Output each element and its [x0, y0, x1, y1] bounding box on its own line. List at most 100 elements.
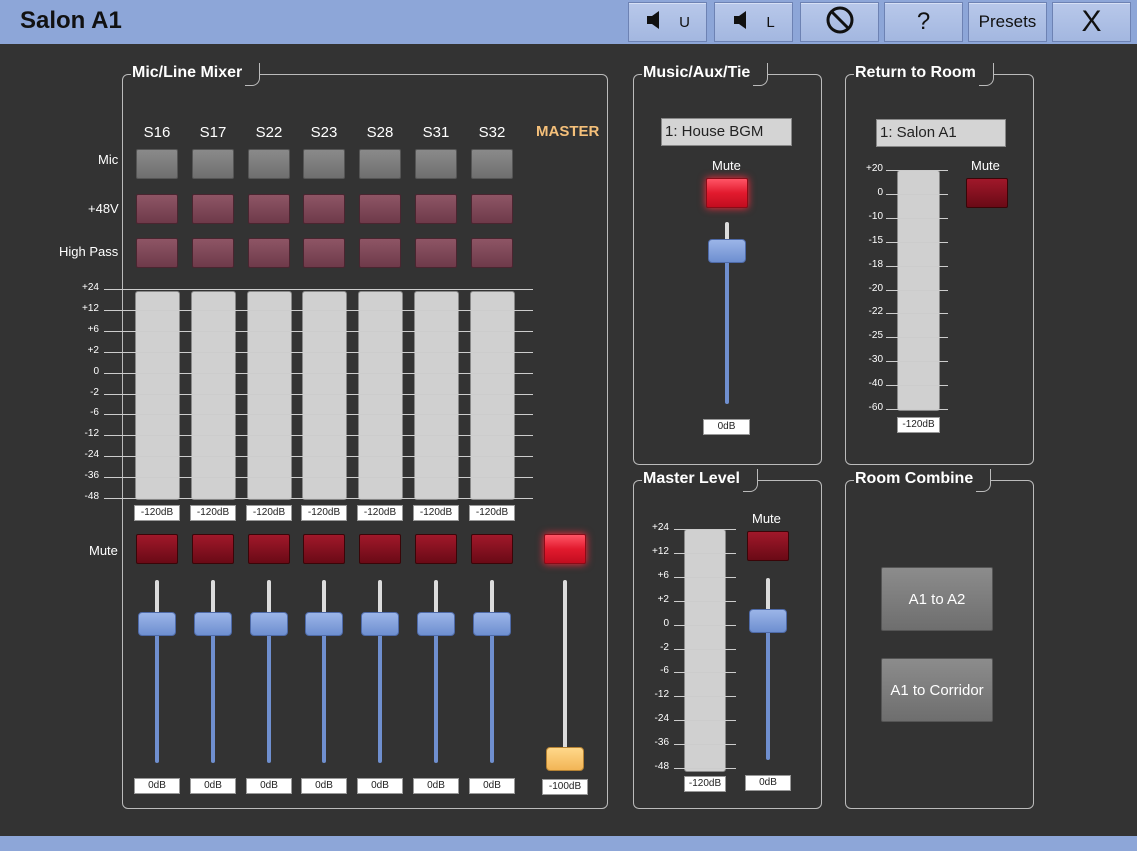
channel-name: S28 [366, 124, 394, 141]
room-combine-panel: Room Combine [845, 469, 1034, 809]
channel-meter [302, 291, 347, 500]
music-fader-thumb[interactable] [708, 239, 746, 263]
mic-toggle-button[interactable] [359, 149, 401, 179]
scale-tick [674, 529, 736, 530]
scale-tick [104, 414, 533, 416]
scale-tick [674, 768, 736, 769]
channel-fader-thumb[interactable] [305, 612, 343, 636]
top-bar: Salon A1 U L ? Presets X [0, 0, 1137, 44]
channel-fader-thumb[interactable] [194, 612, 232, 636]
phantom-power-button[interactable] [303, 194, 345, 224]
highpass-button[interactable] [192, 238, 234, 268]
channel-mute-button[interactable] [136, 534, 178, 564]
channel-fader-thumb[interactable] [250, 612, 288, 636]
scale-tick [674, 624, 736, 626]
master-level-fader-thumb[interactable] [749, 609, 787, 633]
presets-button[interactable]: Presets [968, 2, 1047, 42]
scale-tick [886, 337, 948, 339]
channel-level-readout: 0dB [301, 778, 347, 794]
speaker-lower-label: L [766, 13, 775, 31]
channel-meter-readout: -120dB [301, 505, 347, 521]
music-fader-track[interactable] [725, 252, 729, 404]
highpass-row-label: High Pass [59, 244, 119, 259]
highpass-button[interactable] [136, 238, 178, 268]
highpass-button[interactable] [415, 238, 457, 268]
channel-meter-readout: -120dB [246, 505, 292, 521]
scale-tick [886, 361, 948, 363]
master-level-readout: 0dB [745, 775, 791, 791]
channel-level-readout: 0dB [469, 778, 515, 794]
phantom-power-button[interactable] [248, 194, 290, 224]
phantom-power-button[interactable] [415, 194, 457, 224]
channel-fader-track[interactable] [322, 625, 326, 763]
scale-tick [104, 435, 533, 437]
mic-toggle-button[interactable] [248, 149, 290, 179]
mic-toggle-button[interactable] [303, 149, 345, 179]
master-label: MASTER [536, 123, 600, 140]
channel-mute-button[interactable] [359, 534, 401, 564]
phantom-power-button[interactable] [471, 194, 513, 224]
prohibit-button[interactable] [800, 2, 879, 42]
highpass-button[interactable] [359, 238, 401, 268]
channel-meter-readout: -120dB [190, 505, 236, 521]
channel-meter-readout: -120dB [413, 505, 459, 521]
return-mute-button[interactable] [966, 178, 1008, 208]
mic-toggle-button[interactable] [192, 149, 234, 179]
master-level-title: Master Level [642, 469, 758, 493]
phantom-power-button[interactable] [136, 194, 178, 224]
master-level-fader-track[interactable] [766, 618, 770, 760]
master-fader-track[interactable] [563, 580, 567, 760]
channel-meter-readout: -120dB [357, 505, 403, 521]
channel-mute-button[interactable] [303, 534, 345, 564]
master-mute-button[interactable] [544, 534, 586, 564]
music-mute-button[interactable] [706, 178, 748, 208]
speaker-upper-button[interactable]: U [628, 2, 707, 42]
close-button[interactable]: X [1052, 2, 1131, 42]
channel-mute-button[interactable] [248, 534, 290, 564]
return-mute-label: Mute [971, 158, 1000, 173]
channel-fader-track[interactable] [267, 625, 271, 763]
channel-fader-track[interactable] [211, 625, 215, 763]
scale-tick [104, 477, 533, 479]
channel-fader-track[interactable] [434, 625, 438, 763]
channel-mute-button[interactable] [192, 534, 234, 564]
return-meter-readout: -120dB [897, 417, 940, 433]
speaker-icon [645, 9, 667, 36]
channel-meter [414, 291, 459, 500]
music-source-select[interactable]: 1: House BGM [661, 118, 792, 146]
highpass-button[interactable] [248, 238, 290, 268]
channel-name: S22 [255, 124, 283, 141]
scale-tick [886, 313, 948, 315]
channel-mute-button[interactable] [415, 534, 457, 564]
channel-fader-track[interactable] [490, 625, 494, 763]
scale-tick [104, 372, 533, 374]
channel-fader-track[interactable] [378, 625, 382, 763]
channel-fader-thumb[interactable] [417, 612, 455, 636]
phantom-power-button[interactable] [359, 194, 401, 224]
scale-tick [886, 170, 948, 171]
combine-a1-corridor-button[interactable]: A1 to Corridor [881, 658, 993, 722]
speaker-lower-button[interactable]: L [714, 2, 793, 42]
master-level-mute-button[interactable] [747, 531, 789, 561]
help-button[interactable]: ? [884, 2, 963, 42]
combine-a1-a2-button[interactable]: A1 to A2 [881, 567, 993, 631]
highpass-button[interactable] [303, 238, 345, 268]
master-level-meter [684, 529, 726, 772]
channel-fader-thumb[interactable] [361, 612, 399, 636]
channel-fader-track[interactable] [155, 625, 159, 763]
phantom-row-label: +48V [88, 201, 119, 216]
master-fader-thumb[interactable] [546, 747, 584, 771]
channel-mute-button[interactable] [471, 534, 513, 564]
highpass-button[interactable] [471, 238, 513, 268]
mic-toggle-button[interactable] [136, 149, 178, 179]
mic-toggle-button[interactable] [471, 149, 513, 179]
music-mute-label: Mute [712, 158, 741, 173]
phantom-power-button[interactable] [192, 194, 234, 224]
channel-fader-thumb[interactable] [138, 612, 176, 636]
channel-fader-thumb[interactable] [473, 612, 511, 636]
mic-toggle-button[interactable] [415, 149, 457, 179]
scale-tick [886, 385, 948, 387]
channel-name: S23 [310, 124, 338, 141]
return-source-select[interactable]: 1: Salon A1 [876, 119, 1006, 147]
scale-tick [674, 744, 736, 746]
